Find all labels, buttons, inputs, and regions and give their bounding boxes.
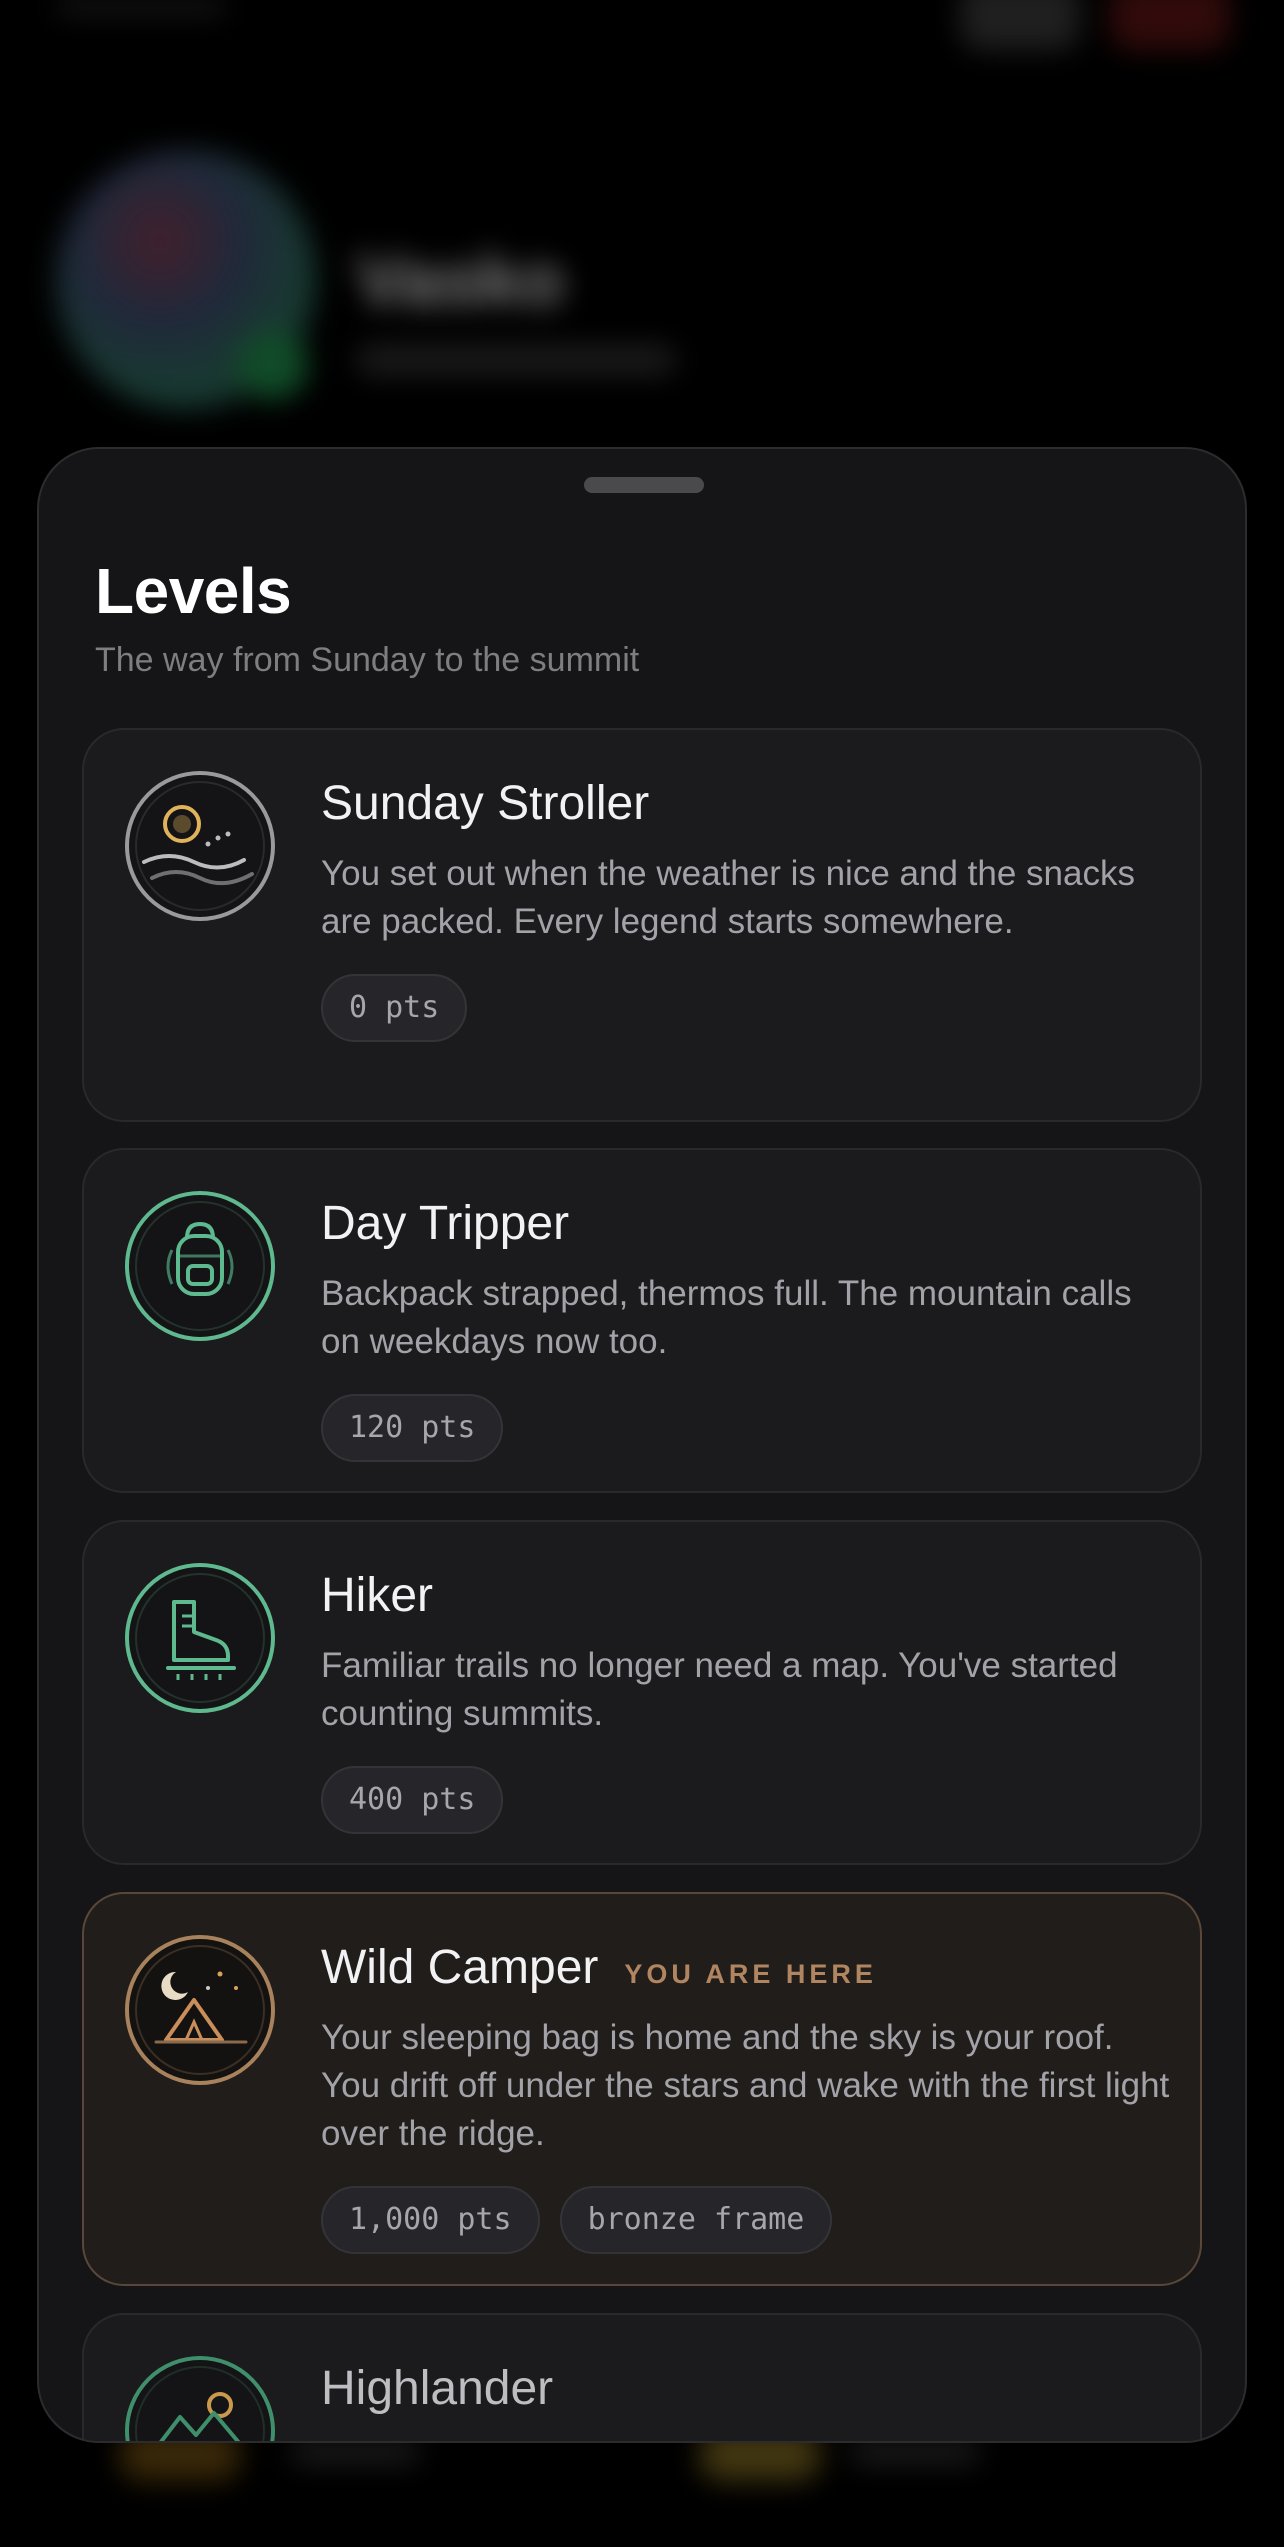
level-title: Hiker — [321, 1569, 434, 1622]
online-status-dot — [238, 330, 308, 400]
profile-name: Vasko — [356, 241, 565, 321]
blurred-logout-button — [1110, 0, 1230, 50]
level-description: You set out when the weather is nice and… — [321, 854, 1135, 941]
mountain-sun-icon — [124, 2355, 276, 2441]
points-chip: 120 pts — [321, 1394, 504, 1462]
level-description: Backpack strapped, thermos full. The mou… — [321, 1274, 1132, 1361]
blurred-stat-label — [290, 2440, 420, 2464]
points-chip: 0 pts — [321, 974, 468, 1042]
blurred-back-link — [56, 0, 226, 14]
level-card-hiker[interactable]: Hiker Familiar trails no longer need a m… — [82, 1520, 1202, 1865]
level-description: Your sleeping bag is home and the sky is… — [321, 2018, 1170, 2153]
level-title: Highlander — [321, 2362, 554, 2415]
blurred-stat-label — [850, 2440, 980, 2464]
sun-over-waves-icon — [124, 770, 276, 922]
tent-under-moon-icon — [124, 1934, 276, 2086]
levels-sheet: Levels The way from Sunday to the summit — [37, 447, 1247, 2443]
hiking-boot-icon — [124, 1562, 276, 1714]
level-card-highlander[interactable]: Highlander — [82, 2313, 1202, 2441]
level-description: Familiar trails no longer need a map. Yo… — [321, 1646, 1118, 1733]
sheet-drag-handle[interactable] — [584, 477, 704, 493]
screen: Vasko Levels The way from Sunday to the … — [0, 0, 1284, 2547]
level-title: Sunday Stroller — [321, 777, 650, 830]
level-card-sunday-stroller[interactable]: Sunday Stroller You set out when the wea… — [82, 728, 1202, 1122]
sheet-title: Levels — [95, 555, 292, 627]
level-card-day-tripper[interactable]: Day Tripper Backpack strapped, thermos f… — [82, 1148, 1202, 1493]
profile-handle — [356, 345, 676, 375]
reward-chip: bronze frame — [559, 2186, 833, 2254]
backpack-icon — [124, 1190, 276, 1342]
current-level-tag: YOU ARE HERE — [624, 1959, 877, 1989]
level-card-wild-camper[interactable]: Wild Camper YOU ARE HERE Your sleeping b… — [82, 1892, 1202, 2286]
level-title: Wild Camper — [321, 1941, 599, 1994]
points-chip: 400 pts — [321, 1766, 504, 1834]
blurred-settings-button — [960, 0, 1080, 50]
points-chip: 1,000 pts — [321, 2186, 540, 2254]
level-title: Day Tripper — [321, 1197, 570, 1250]
sheet-subtitle: The way from Sunday to the summit — [95, 641, 640, 679]
